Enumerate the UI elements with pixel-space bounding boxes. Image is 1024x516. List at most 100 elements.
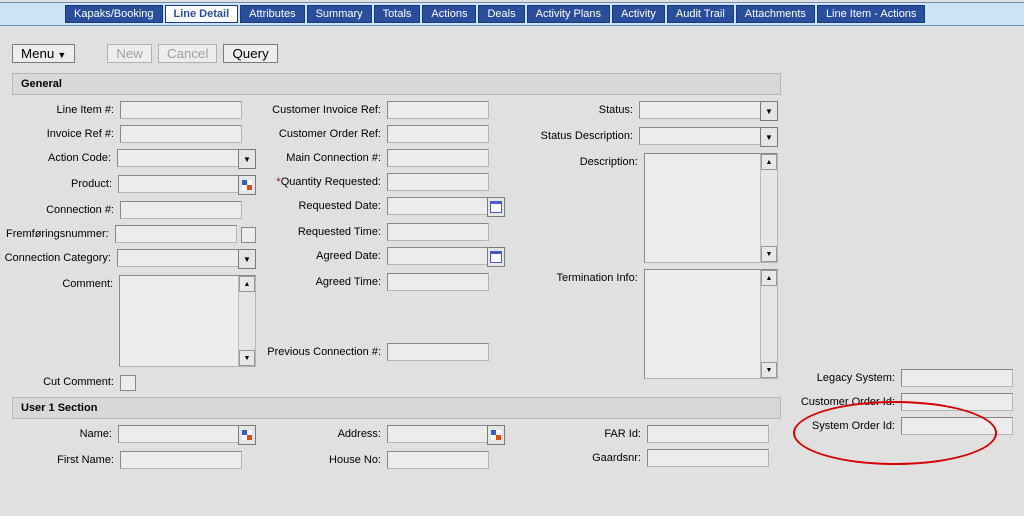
label-comment: Comment: [4,275,119,290]
agreed-time-field[interactable] [387,273,489,291]
cancel-button[interactable]: Cancel [158,44,218,63]
quantity-requested-field[interactable] [387,173,489,191]
fremforingsnummer-check[interactable] [241,227,256,243]
status-field[interactable] [639,101,760,119]
label-house-no: House No: [256,451,387,466]
scroll-up-icon[interactable]: ▲ [761,270,777,286]
fremforingsnummer-field[interactable] [115,225,237,243]
tab-line-detail[interactable]: Line Detail [165,5,239,23]
product-field[interactable] [118,175,239,193]
address-picker[interactable] [487,425,505,445]
connection-no-field[interactable] [120,201,242,219]
tab-actions[interactable]: Actions [422,5,476,23]
tab-activity[interactable]: Activity [612,5,665,23]
chevron-down-icon: ▼ [243,155,251,164]
agreed-date-field[interactable] [387,247,488,265]
status-dropdown[interactable]: ▼ [760,101,778,121]
tab-totals[interactable]: Totals [374,5,421,23]
new-button[interactable]: New [107,44,152,63]
main-connection-no-field[interactable] [387,149,489,167]
customer-invoice-ref-field[interactable] [387,101,489,119]
label-line-item-no: Line Item #: [4,101,120,116]
tab-audit-trail[interactable]: Audit Trail [667,5,734,23]
tab-attributes[interactable]: Attributes [240,5,304,23]
comment-scrollbar[interactable]: ▲ ▼ [238,276,255,366]
label-product: Product: [4,175,118,190]
chevron-down-icon: ▼ [57,50,66,60]
requested-date-field[interactable] [387,197,488,215]
status-description-dropdown[interactable]: ▼ [760,127,778,147]
label-requested-time: Requested Time: [256,223,387,238]
menu-button[interactable]: Menu▼ [12,44,75,63]
chevron-down-icon: ▼ [243,255,251,264]
product-picker[interactable] [238,175,256,195]
scroll-down-icon[interactable]: ▼ [761,362,777,378]
picker-icon [242,180,252,190]
tab-deals[interactable]: Deals [478,5,524,23]
label-status-description: Status Description: [526,127,639,142]
label-system-order-id: System Order Id: [795,420,901,432]
label-connection-category: Connection Category: [4,249,117,264]
label-customer-invoice-ref: Customer Invoice Ref: [256,101,387,116]
line-item-no-field[interactable] [120,101,242,119]
address-field[interactable] [387,425,488,443]
label-cut-comment: Cut Comment: [4,373,120,388]
action-code-dropdown[interactable]: ▼ [238,149,256,169]
connection-category-dropdown[interactable]: ▼ [238,249,256,269]
agreed-date-picker[interactable] [487,247,505,267]
section-header-user1: User 1 Section [12,397,781,419]
invoice-ref-no-field[interactable] [120,125,242,143]
tab-attachments[interactable]: Attachments [736,5,815,23]
label-previous-connection-no: Previous Connection #: [256,343,387,358]
legacy-system-field[interactable] [901,369,1013,387]
label-far-id: FAR Id: [526,425,647,440]
far-id-field[interactable] [647,425,769,443]
calendar-icon [490,251,502,263]
termination-info-scrollbar[interactable]: ▲ ▼ [760,270,777,378]
label-agreed-time: Agreed Time: [256,273,387,288]
label-quantity-requested: *Quantity Requested: [256,173,387,188]
section-header-general: General [12,73,781,95]
label-name: Name: [4,425,118,440]
first-name-field[interactable] [120,451,242,469]
label-agreed-date: Agreed Date: [256,247,387,262]
label-termination-info: Termination Info: [526,269,644,284]
tab-summary[interactable]: Summary [307,5,372,23]
label-description: Description: [526,153,644,168]
tab-bar: Kapaks/Booking Line Detail Attributes Su… [0,2,1024,26]
requested-date-picker[interactable] [487,197,505,217]
system-order-id-field[interactable] [901,417,1013,435]
tab-line-item-actions[interactable]: Line Item - Actions [817,5,926,23]
picker-icon [491,430,501,440]
toolbar: Menu▼ New Cancel Query [0,26,1024,73]
description-scrollbar[interactable]: ▲ ▼ [760,154,777,262]
termination-info-textarea[interactable] [645,270,760,378]
tab-activity-plans[interactable]: Activity Plans [527,5,610,23]
connection-category-field[interactable] [117,249,238,267]
requested-time-field[interactable] [387,223,489,241]
action-code-field[interactable] [117,149,238,167]
calendar-icon [490,201,502,213]
label-status: Status: [526,101,639,116]
label-gaardsnr: Gaardsnr: [526,449,647,464]
comment-textarea[interactable] [120,276,238,366]
scroll-down-icon[interactable]: ▼ [761,246,777,262]
customer-order-ref-field[interactable] [387,125,489,143]
label-action-code: Action Code: [4,149,117,164]
scroll-down-icon[interactable]: ▼ [239,350,255,366]
gaardsnr-field[interactable] [647,449,769,467]
scroll-up-icon[interactable]: ▲ [761,154,777,170]
label-customer-order-id: Customer Order Id: [795,396,901,408]
name-picker[interactable] [238,425,256,445]
name-field[interactable] [118,425,239,443]
scroll-up-icon[interactable]: ▲ [239,276,255,292]
previous-connection-no-field[interactable] [387,343,489,361]
customer-order-id-field[interactable] [901,393,1013,411]
cut-comment-checkbox[interactable] [120,375,136,391]
tab-kapaks-booking[interactable]: Kapaks/Booking [65,5,163,23]
house-no-field[interactable] [387,451,489,469]
label-first-name: First Name: [4,451,120,466]
query-button[interactable]: Query [223,44,277,63]
description-textarea[interactable] [645,154,760,262]
status-description-field[interactable] [639,127,760,145]
